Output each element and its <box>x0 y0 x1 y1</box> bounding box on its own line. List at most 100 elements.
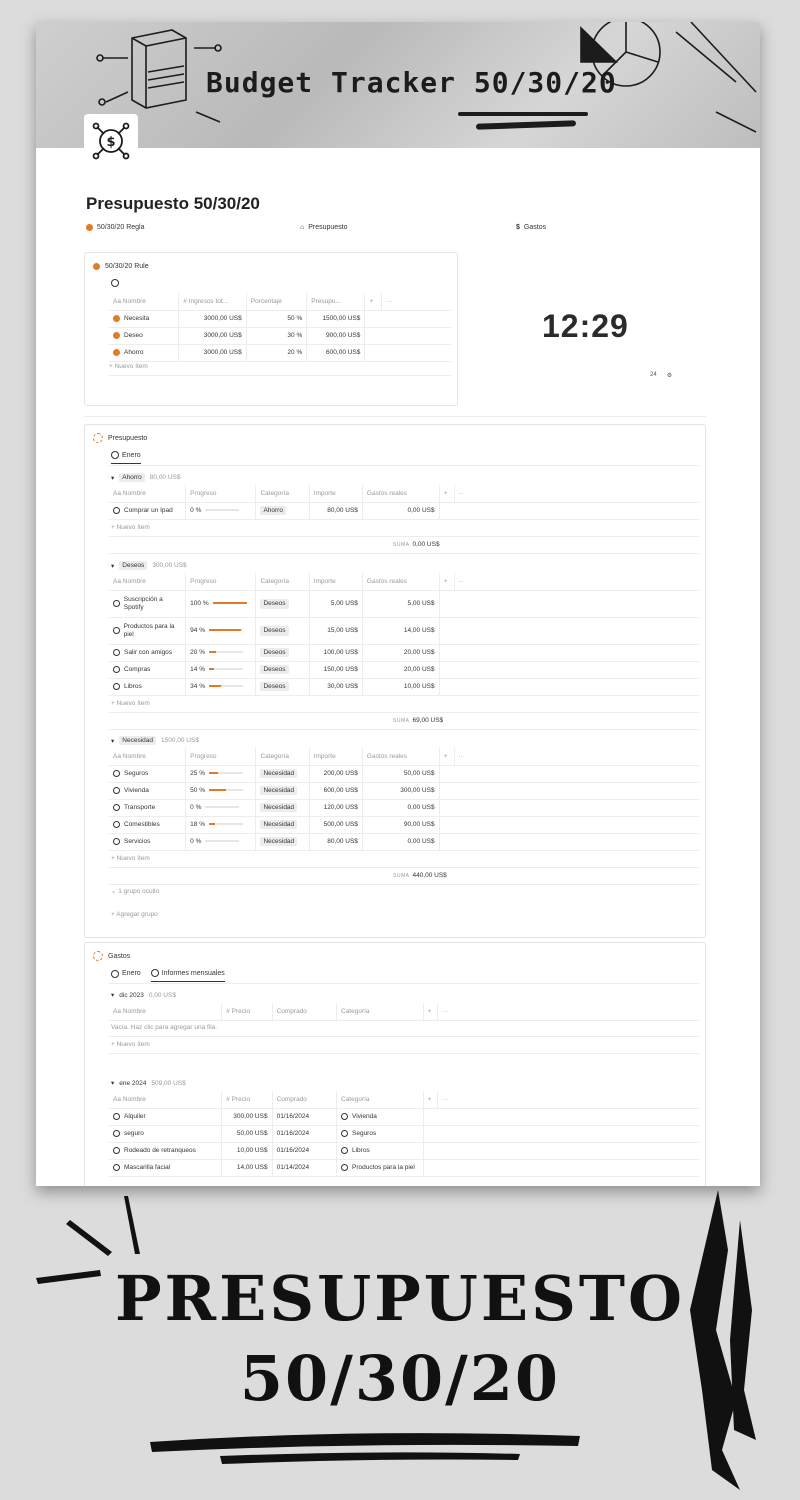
column-header[interactable]: Aa Nombre <box>109 748 186 766</box>
column-header[interactable]: Aa Nombre <box>109 485 186 503</box>
column-header[interactable]: Categoría <box>336 1003 424 1021</box>
budget-cell[interactable]: 1500,00 US$ <box>306 310 366 328</box>
column-header[interactable]: Comprado <box>271 1003 337 1021</box>
table-row[interactable]: Compras 14 % Deseos 150,00 US$ 20,00 US$ <box>109 661 699 679</box>
real-spend-cell[interactable]: 90,00 US$ <box>361 816 440 834</box>
caret-down-icon[interactable]: ▾ <box>111 1079 114 1087</box>
price-cell[interactable]: 300,00 US$ <box>221 1108 273 1126</box>
amount-cell[interactable]: 120,00 US$ <box>308 799 363 817</box>
link-regla[interactable]: 50/30/20 Regla <box>86 224 144 231</box>
column-header[interactable]: Gastos reales <box>361 748 440 766</box>
column-header[interactable]: + <box>438 573 454 591</box>
table-row[interactable]: Mascarilla facial 14,00 US$ 01/14/2024 Prod… <box>109 1159 699 1177</box>
name-cell[interactable]: Transporte <box>109 799 187 817</box>
name-cell[interactable]: Necesita <box>109 310 180 328</box>
column-header[interactable]: Progreso <box>185 485 256 503</box>
column-header[interactable]: Categoría <box>255 485 310 503</box>
column-header[interactable]: Importe <box>308 748 363 766</box>
group-header[interactable]: ▾ ene 2024 509,00 US$ <box>111 1079 186 1088</box>
table-row[interactable]: Seguros 25 % Necesidad 200,00 US$ 50,00 US$ <box>109 765 699 783</box>
real-spend-cell[interactable]: 20,00 US$ <box>361 644 440 662</box>
column-header[interactable]: ··· <box>436 1091 699 1109</box>
column-header[interactable]: + <box>364 293 382 311</box>
amount-cell[interactable]: 15,00 US$ <box>308 617 363 645</box>
price-cell[interactable]: 14,00 US$ <box>221 1159 273 1177</box>
table-row[interactable]: Salir con amigos 20 % Deseos 100,00 US$ 20,0… <box>109 644 699 662</box>
column-header[interactable]: Importe <box>308 573 363 591</box>
table-row[interactable]: Deseo 3000,00 US$ 30 % 900,00 US$ <box>109 327 451 345</box>
amount-cell[interactable]: 500,00 US$ <box>308 816 363 834</box>
column-header[interactable]: + <box>438 748 454 766</box>
add-group-button[interactable]: + Agregar grupo <box>111 911 158 918</box>
real-spend-cell[interactable]: 0,00 US$ <box>361 799 440 817</box>
column-header[interactable]: Aa Nombre <box>109 1091 222 1109</box>
category-cell[interactable]: Necesidad <box>255 799 310 817</box>
percent-cell[interactable]: 20 % <box>245 344 308 362</box>
column-header[interactable]: # Precio <box>221 1003 273 1021</box>
real-spend-cell[interactable]: 0,00 US$ <box>361 833 440 851</box>
category-cell[interactable]: Necesidad <box>255 833 310 851</box>
table-row[interactable]: seguro 50,00 US$ 01/16/2024 Seguros <box>109 1125 699 1143</box>
name-cell[interactable]: seguro <box>109 1125 223 1143</box>
clock-format-button[interactable]: 24 <box>650 372 657 379</box>
real-spend-cell[interactable]: 50,00 US$ <box>361 765 440 783</box>
caret-down-icon[interactable]: ▾ <box>111 562 114 570</box>
column-header[interactable]: Aa Nombre <box>109 1003 222 1021</box>
column-header[interactable]: ··· <box>453 485 699 503</box>
date-cell[interactable]: 01/16/2024 <box>271 1142 338 1160</box>
link-gastos[interactable]: $ Gastos <box>516 224 546 231</box>
column-header[interactable]: Gastos reales <box>361 573 440 591</box>
table-row[interactable]: Alquiler 300,00 US$ 01/16/2024 Vivienda <box>109 1108 699 1126</box>
category-cell[interactable]: Deseos <box>255 678 310 696</box>
column-header[interactable]: Categoría <box>255 573 310 591</box>
category-cell[interactable]: Deseos <box>255 644 310 662</box>
name-cell[interactable]: Salir con amigos <box>109 644 187 662</box>
name-cell[interactable]: Compras <box>109 661 187 679</box>
column-header[interactable]: ··· <box>380 293 451 311</box>
group-header[interactable]: ▾ dic 2023 0,00 US$ <box>111 991 176 1000</box>
table-row[interactable]: Productos para la piel 94 % Deseos 15,00 US… <box>109 617 699 645</box>
category-cell[interactable]: Vivienda <box>336 1108 424 1126</box>
name-cell[interactable]: Seguros <box>109 765 187 783</box>
real-spend-cell[interactable]: 0,00 US$ <box>361 502 440 520</box>
column-header[interactable]: Aa Nombre <box>109 573 186 591</box>
name-cell[interactable]: Ahorro <box>109 344 180 362</box>
tab-enero[interactable]: Enero <box>111 451 141 464</box>
table-row[interactable]: Servicios 0 % Necesidad 80,00 US$ 0,00 US$ <box>109 833 699 851</box>
amount-cell[interactable]: 100,00 US$ <box>308 644 363 662</box>
table-row[interactable]: Comprar un Ipad 0 % Ahorro 80,00 US$ 0,00 US… <box>109 502 699 520</box>
date-cell[interactable]: 01/16/2024 <box>271 1125 338 1143</box>
column-header[interactable]: Categoría <box>336 1091 424 1109</box>
new-item-button[interactable]: + Nuevo ítem <box>111 855 150 862</box>
group-header[interactable]: ▾ Deseos 300,00 US$ <box>111 561 187 570</box>
new-item-button[interactable]: + Nuevo ítem <box>111 1041 150 1048</box>
column-header[interactable]: ··· <box>436 1003 699 1021</box>
table-row[interactable]: Libros 34 % Deseos 30,00 US$ 10,00 US$ <box>109 678 699 696</box>
link-presupuesto[interactable]: ⌂ Presupuesto <box>300 224 348 231</box>
group-header[interactable]: ▾ Necesidad 1500,00 US$ <box>111 736 199 745</box>
amount-cell[interactable]: 5,00 US$ <box>308 590 363 618</box>
amount-cell[interactable]: 80,00 US$ <box>308 502 363 520</box>
column-header[interactable]: # Precio <box>221 1091 273 1109</box>
group-header[interactable]: ▾ Ahorro 80,00 US$ <box>111 473 181 482</box>
amount-cell[interactable]: 150,00 US$ <box>308 661 363 679</box>
name-cell[interactable]: Suscripción a Spotify <box>109 590 187 618</box>
money-bag-icon[interactable]: $ <box>84 114 138 168</box>
gear-icon[interactable]: ⚙ <box>667 372 672 379</box>
percent-cell[interactable]: 50 % <box>245 310 308 328</box>
amount-cell[interactable]: 80,00 US$ <box>308 833 363 851</box>
category-cell[interactable]: Libros <box>336 1142 424 1160</box>
column-header[interactable]: Porcentaje <box>245 293 307 311</box>
price-cell[interactable]: 50,00 US$ <box>221 1125 273 1143</box>
category-cell[interactable]: Necesidad <box>255 765 310 783</box>
table-row[interactable]: Vivienda 50 % Necesidad 600,00 US$ 300,00 US… <box>109 782 699 800</box>
category-cell[interactable]: Deseos <box>255 617 310 645</box>
table-row[interactable]: Suscripción a Spotify 100 % Deseos 5,00 US$… <box>109 590 699 618</box>
table-row[interactable]: Rodeado de retranqueos 10,00 US$ 01/16/202… <box>109 1142 699 1160</box>
category-cell[interactable]: Deseos <box>255 590 310 618</box>
rule-title[interactable]: 50/30/20 Rule <box>105 263 149 270</box>
tab-informes-mensuales[interactable]: Informes mensuales <box>150 969 225 982</box>
tab-enero[interactable]: Enero <box>111 969 141 982</box>
caret-down-icon[interactable]: ▾ <box>111 737 114 745</box>
date-cell[interactable]: 01/16/2024 <box>271 1108 338 1126</box>
